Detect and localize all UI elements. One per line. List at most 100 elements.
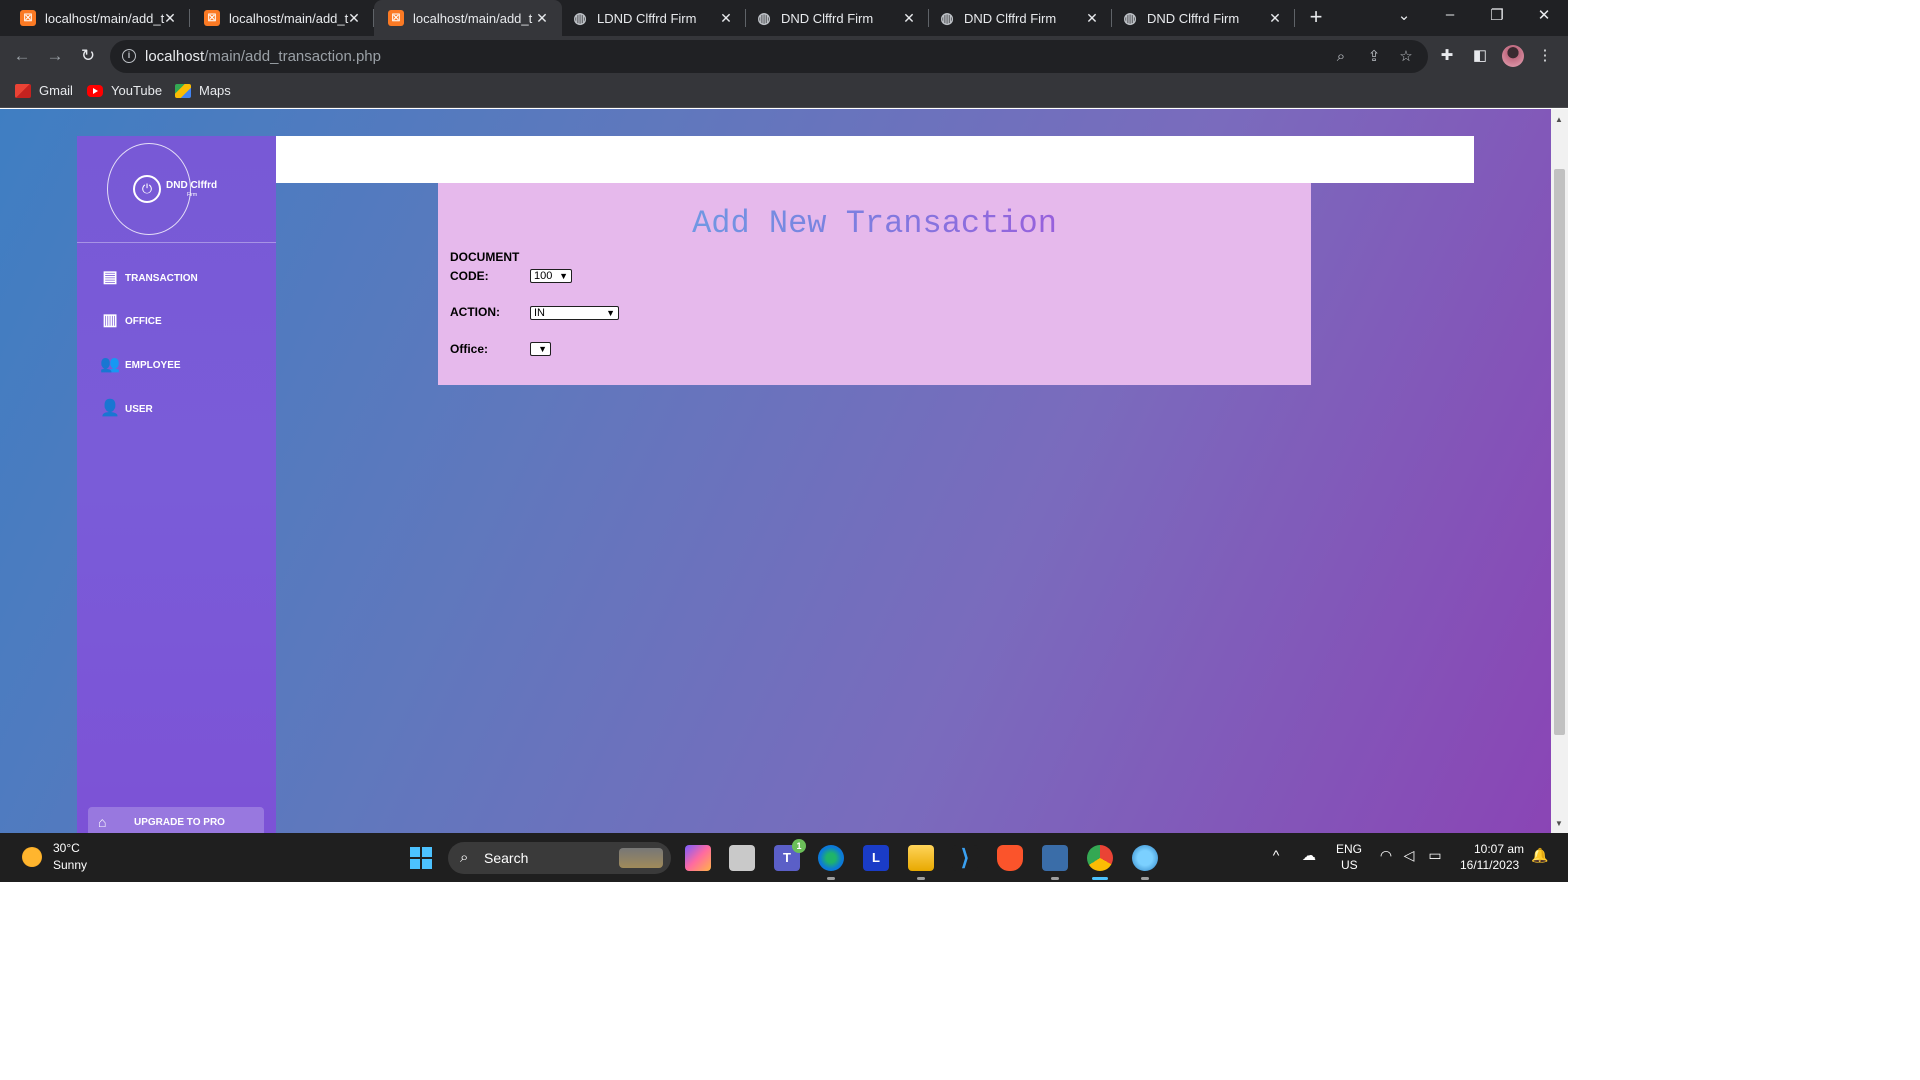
sidebar-item-label: EMPLOYEE bbox=[125, 359, 181, 371]
browser-tab-active[interactable]: ☒ localhost/main/add_t ✕ bbox=[374, 0, 562, 36]
new-tab-button[interactable]: + bbox=[1305, 6, 1327, 28]
address-url[interactable]: localhost/main/add_transaction.php bbox=[145, 48, 381, 65]
tab-title: DND Clffrd Firm bbox=[964, 10, 1057, 26]
sun-icon[interactable] bbox=[22, 847, 42, 867]
zoom-icon[interactable]: ⌕ bbox=[1332, 48, 1350, 66]
close-icon[interactable]: ✕ bbox=[901, 10, 917, 27]
chrome-icon[interactable] bbox=[1087, 845, 1113, 880]
back-icon[interactable]: ← bbox=[11, 45, 33, 67]
globe-icon: ◍ bbox=[940, 10, 954, 27]
bookmark-youtube[interactable]: YouTube bbox=[87, 83, 162, 98]
browser-tab[interactable]: ◍ DND Clffrd Firm ✕ bbox=[1112, 0, 1295, 36]
taskbar: 30°C Sunny ⌕ Search T1 L ⟩ ^ ☁ ENG US ◠ … bbox=[0, 833, 1568, 882]
copilot-icon[interactable] bbox=[685, 845, 711, 871]
browser-tab[interactable]: ☒ localhost/main/add_t ✕ bbox=[190, 0, 374, 36]
gmail-icon bbox=[15, 83, 31, 98]
teams-icon[interactable]: T1 bbox=[774, 839, 806, 871]
address-bar[interactable]: i localhost/main/add_transaction.php ⌕ ⇪… bbox=[110, 40, 1428, 73]
share-icon[interactable]: ⇪ bbox=[1365, 48, 1383, 66]
sidebar-item-employee[interactable]: 👥 EMPLOYEE bbox=[100, 355, 181, 375]
upgrade-button[interactable]: ⌂ UPGRADE TO PRO bbox=[88, 807, 264, 833]
volume-icon[interactable]: ◁ bbox=[1399, 847, 1419, 864]
clock-date[interactable]: 16/11/2023 bbox=[1460, 858, 1519, 872]
close-icon[interactable]: ✕ bbox=[162, 10, 178, 27]
logo-sub: Firm bbox=[187, 192, 197, 198]
extensions-icon[interactable]: ✚ bbox=[1437, 46, 1457, 66]
office-select[interactable]: ▼ bbox=[530, 342, 551, 356]
browser-tab[interactable]: ◍ LDND Clffrd Firm ✕ bbox=[562, 0, 746, 36]
close-icon[interactable]: ✕ bbox=[1084, 10, 1100, 27]
youtube-icon bbox=[87, 84, 103, 97]
window-close-icon[interactable]: ✕ bbox=[1534, 6, 1554, 24]
users-icon: 👥 bbox=[100, 356, 120, 373]
logo-name: DND Clffrd bbox=[166, 180, 218, 191]
user-icon: 👤 bbox=[100, 400, 120, 417]
sidebar-item-transaction[interactable]: ▤ TRANSACTION bbox=[100, 268, 197, 288]
tab-title: LDND Clffrd Firm bbox=[597, 10, 697, 26]
doc-code-select[interactable]: 100 ▼ bbox=[530, 269, 572, 283]
scroll-up-icon[interactable]: ▲ bbox=[1555, 115, 1563, 124]
doc-code-label-line2: CODE: bbox=[450, 269, 489, 283]
chevron-up-icon[interactable]: ^ bbox=[1266, 847, 1286, 863]
windows-start-icon[interactable] bbox=[410, 847, 432, 869]
site-info-icon[interactable]: i bbox=[122, 49, 136, 63]
weather-desc[interactable]: Sunny bbox=[53, 858, 87, 872]
paint-icon[interactable] bbox=[1132, 845, 1158, 880]
tab-title: localhost/main/add_t bbox=[45, 10, 165, 26]
action-select[interactable]: IN ▼ bbox=[530, 306, 619, 320]
sidebar-item-office[interactable]: ▥ OFFICE bbox=[100, 311, 161, 331]
browser-tab[interactable]: ☒ localhost/main/add_t ✕ bbox=[0, 0, 190, 36]
weather-temp[interactable]: 30°C bbox=[53, 841, 80, 855]
brave-icon[interactable] bbox=[997, 845, 1023, 871]
bookmark-label: Maps bbox=[199, 83, 231, 98]
side-panel-icon[interactable]: ◧ bbox=[1470, 46, 1490, 66]
close-icon[interactable]: ✕ bbox=[1267, 10, 1283, 27]
file-explorer-icon[interactable] bbox=[908, 845, 934, 880]
teams-badge: 1 bbox=[792, 839, 806, 853]
battery-icon[interactable]: ▭ bbox=[1425, 847, 1445, 864]
l-app-icon[interactable]: L bbox=[863, 845, 889, 871]
bookmark-star-icon[interactable]: ☆ bbox=[1397, 48, 1415, 66]
search-label: Search bbox=[484, 850, 529, 866]
vscode-icon[interactable]: ⟩ bbox=[952, 845, 978, 871]
onedrive-icon[interactable]: ☁ bbox=[1299, 847, 1319, 864]
scroll-down-icon[interactable]: ▼ bbox=[1555, 819, 1563, 828]
taskbar-search[interactable]: ⌕ Search bbox=[448, 842, 671, 874]
search-highlight-image bbox=[619, 848, 663, 868]
reload-icon[interactable]: ↻ bbox=[77, 45, 99, 67]
bookmark-maps[interactable]: Maps bbox=[175, 83, 231, 98]
forward-icon[interactable]: → bbox=[44, 45, 66, 67]
restore-icon[interactable]: ❐ bbox=[1487, 6, 1507, 24]
menu-icon[interactable]: ⋮ bbox=[1535, 46, 1555, 66]
notification-bell-icon[interactable]: 🔔 bbox=[1530, 847, 1550, 864]
tab-title: DND Clffrd Firm bbox=[781, 10, 874, 26]
task-view-icon[interactable] bbox=[729, 845, 755, 871]
language-primary[interactable]: ENG bbox=[1336, 842, 1362, 856]
page-scrollbar[interactable]: ▲ ▼ bbox=[1551, 109, 1568, 833]
close-icon[interactable]: ✕ bbox=[346, 10, 362, 27]
globe-icon: ◍ bbox=[573, 10, 587, 27]
browser-tab[interactable]: ◍ DND Clffrd Firm ✕ bbox=[746, 0, 929, 36]
profile-avatar[interactable] bbox=[1502, 45, 1524, 67]
browser-tab[interactable]: ◍ DND Clffrd Firm ✕ bbox=[929, 0, 1112, 36]
page-title: Add New Transaction bbox=[438, 205, 1311, 242]
sidebar-item-user[interactable]: 👤 USER bbox=[100, 399, 153, 419]
scrollbar-thumb[interactable] bbox=[1554, 169, 1565, 735]
chevron-down-icon: ▼ bbox=[559, 271, 568, 281]
close-icon[interactable]: ✕ bbox=[534, 10, 550, 27]
bookmark-gmail[interactable]: Gmail bbox=[15, 83, 73, 98]
tab-search-icon[interactable]: ⌄ bbox=[1394, 6, 1414, 24]
browser-tab-strip: ☒ localhost/main/add_t ✕ ☒ localhost/mai… bbox=[0, 0, 1568, 36]
edge-icon[interactable] bbox=[818, 845, 844, 880]
globe-icon: ◍ bbox=[757, 10, 771, 27]
office-label: Office: bbox=[450, 342, 489, 356]
bookmarks-bar: Gmail YouTube Maps bbox=[0, 76, 1568, 108]
clock-time[interactable]: 10:07 am bbox=[1474, 842, 1524, 856]
chevron-down-icon: ▼ bbox=[538, 344, 547, 354]
wifi-icon[interactable]: ◠ bbox=[1376, 847, 1396, 864]
minimize-icon[interactable]: – bbox=[1440, 6, 1460, 23]
mysql-workbench-icon[interactable] bbox=[1042, 845, 1068, 880]
close-icon[interactable]: ✕ bbox=[718, 10, 734, 27]
language-secondary[interactable]: US bbox=[1341, 858, 1358, 872]
doc-code-value: 100 bbox=[534, 270, 553, 282]
